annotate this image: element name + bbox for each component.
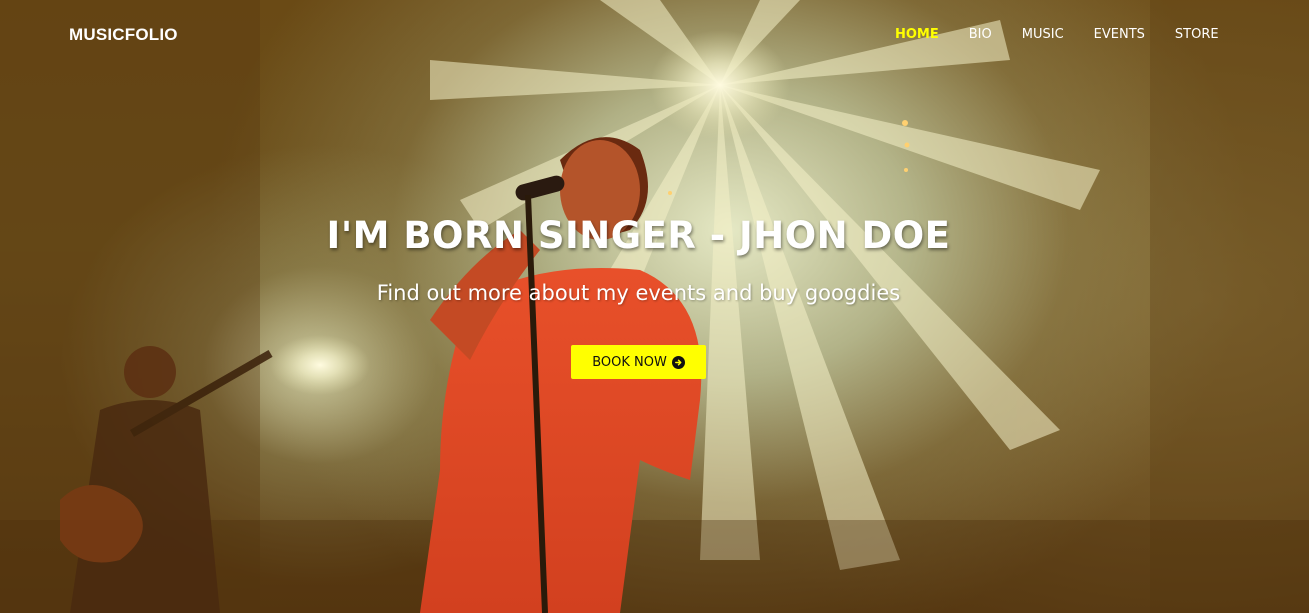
nav-item-store[interactable]: STORE [1160, 26, 1234, 44]
hero-title: I'M BORN SINGER - JHON DOE [326, 214, 951, 257]
book-now-label: BOOK NOW [592, 354, 667, 370]
hero-section: MUSICFOLIO HOME BIO MUSIC EVENTS STORE I… [0, 0, 1309, 613]
main-nav: HOME BIO MUSIC EVENTS STORE [880, 26, 1234, 44]
nav-item-home[interactable]: HOME [880, 26, 954, 44]
hero-subtitle: Find out more about my events and buy go… [376, 281, 901, 305]
nav-item-music[interactable]: MUSIC [1007, 26, 1079, 44]
nav-item-bio[interactable]: BIO [954, 26, 1007, 44]
book-now-button[interactable]: BOOK NOW [571, 345, 706, 379]
brand-logo[interactable]: MUSICFOLIO [69, 25, 178, 45]
concert-background-image [0, 0, 1309, 613]
nav-item-events[interactable]: EVENTS [1079, 26, 1160, 44]
circle-arrow-right-icon [671, 355, 685, 369]
